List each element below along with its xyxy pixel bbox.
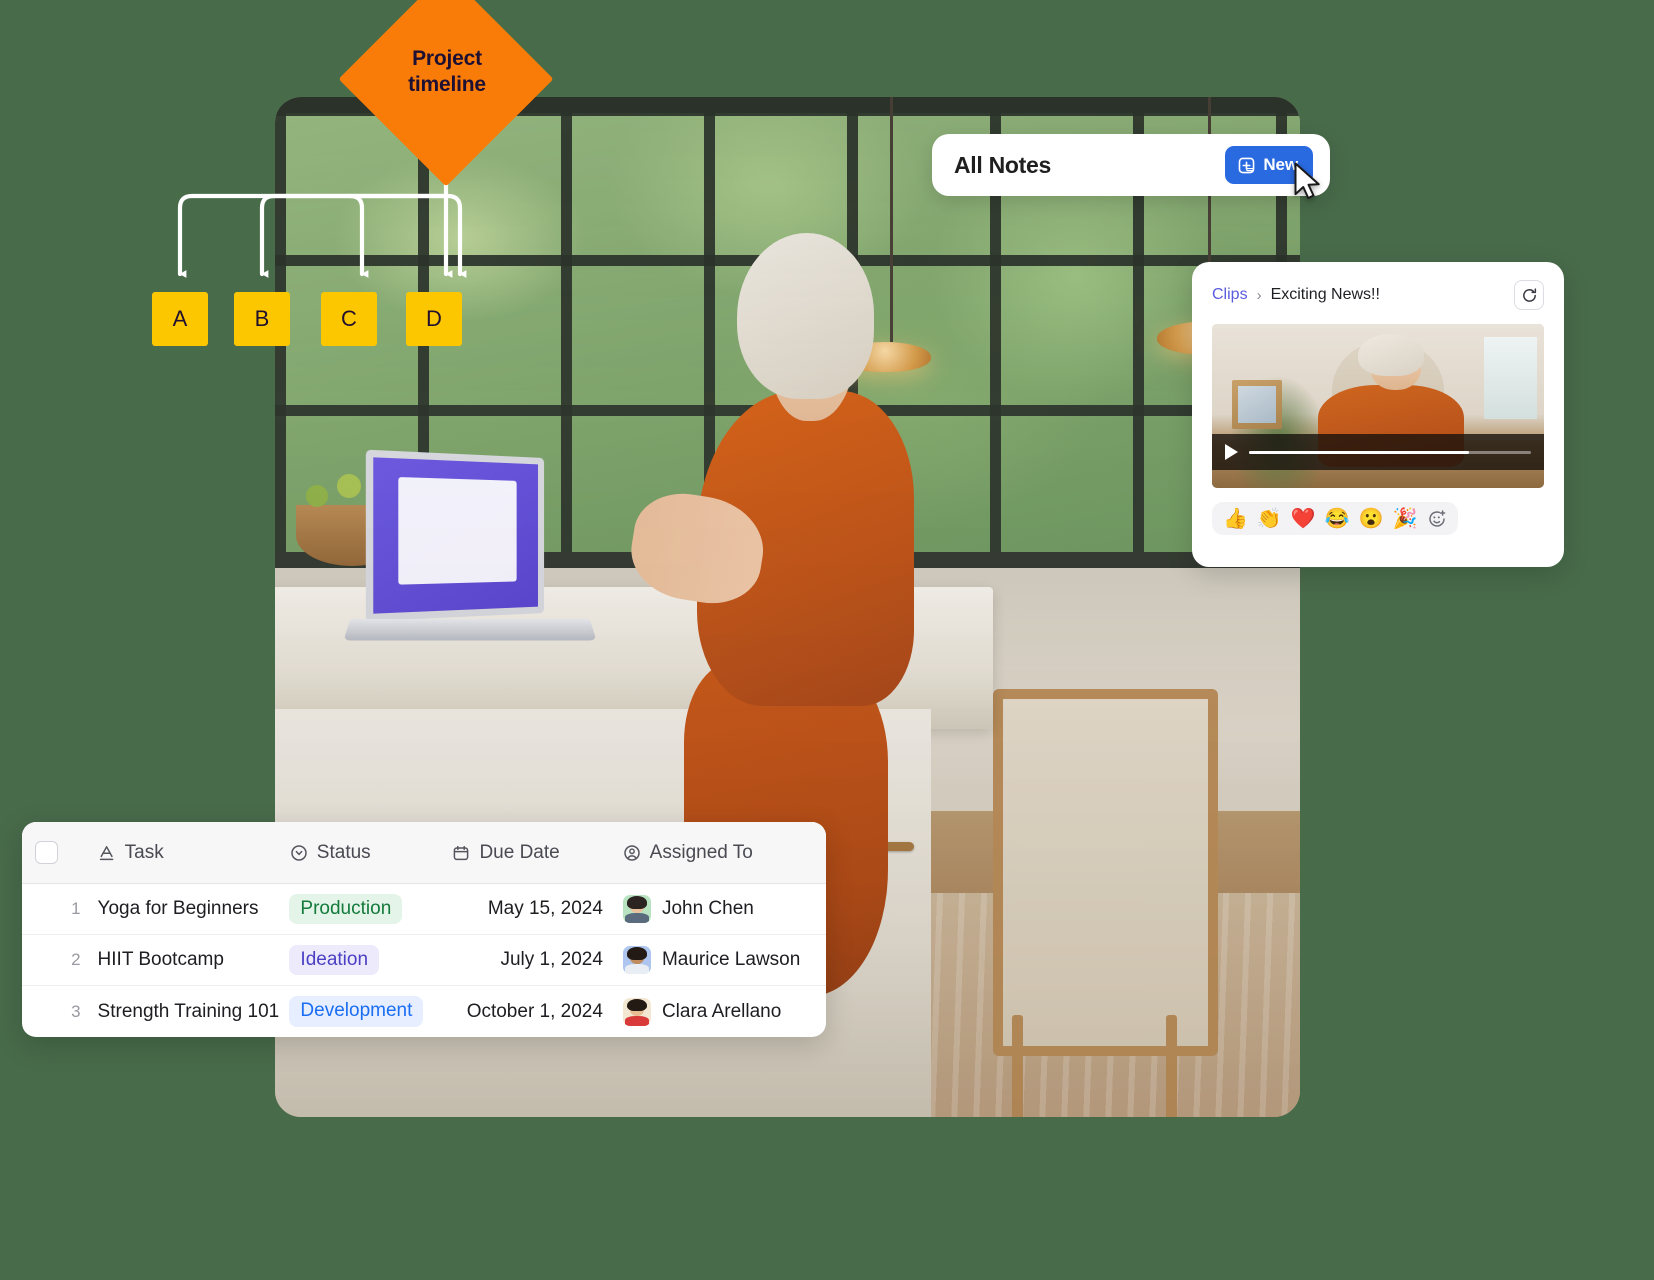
- avatar-hair: [627, 999, 647, 1012]
- diagram-node-b-label: B: [255, 306, 270, 332]
- avatar-shoulders: [625, 964, 649, 974]
- row-task-name: Yoga for Beginners: [98, 898, 287, 920]
- clip-video-person-hair: [1358, 334, 1424, 377]
- diagram-root-label-line2: timeline: [408, 73, 486, 96]
- party-popper-emoji[interactable]: 🎉: [1393, 509, 1418, 529]
- tasks-table-card: Task Status Due Date Assigned To 1 Yoga …: [22, 822, 826, 1037]
- clip-video-wall-art: [1232, 380, 1282, 429]
- tasks-table-header-row: Task Status Due Date Assigned To: [22, 822, 826, 884]
- row-status-cell[interactable]: Production: [286, 894, 451, 925]
- text-field-icon: [98, 844, 116, 862]
- single-select-icon: [290, 844, 308, 862]
- status-badge: Ideation: [289, 945, 379, 976]
- table-row[interactable]: 2 HIIT Bootcamp Ideation July 1, 2024 Ma…: [22, 935, 826, 986]
- clap-emoji[interactable]: 👏: [1257, 509, 1282, 529]
- refresh-icon: [1521, 287, 1538, 304]
- row-assignee-name: John Chen: [662, 898, 754, 920]
- clip-video-player[interactable]: [1212, 324, 1544, 488]
- avatar-shoulders: [625, 1016, 649, 1026]
- refresh-button[interactable]: [1514, 280, 1544, 310]
- column-header-status[interactable]: Status: [287, 842, 453, 864]
- thumbs-up-emoji[interactable]: 👍: [1223, 509, 1248, 529]
- column-header-due-date-label: Due Date: [479, 842, 559, 864]
- diagram-root-label: Project timeline: [374, 46, 520, 97]
- row-due-date: July 1, 2024: [452, 949, 623, 971]
- clips-breadcrumb: Clips › Exciting News!!: [1212, 280, 1544, 310]
- row-assignee-name: Maurice Lawson: [662, 949, 800, 971]
- avatar: [623, 895, 651, 923]
- column-header-assigned-to-label: Assigned To: [650, 842, 753, 864]
- row-number: 2: [71, 950, 97, 970]
- status-badge: Production: [289, 894, 402, 925]
- breadcrumb-separator-icon: ›: [1257, 287, 1262, 304]
- clip-video-controls[interactable]: [1212, 434, 1544, 470]
- diagram-root-label-line1: Project: [412, 47, 482, 70]
- note-add-icon: [1237, 156, 1256, 175]
- add-reaction-icon[interactable]: [1426, 508, 1447, 529]
- breadcrumb-current-title: Exciting News!!: [1271, 286, 1380, 304]
- column-header-status-label: Status: [317, 842, 371, 864]
- clips-card: Clips › Exciting News!! 👍 👏 ❤️ 😂 😮 🎉: [1192, 262, 1564, 567]
- play-icon[interactable]: [1225, 444, 1238, 460]
- mouse-pointer-icon: [1293, 162, 1323, 200]
- avatar-hair: [627, 947, 647, 960]
- diagram-node-a[interactable]: A: [152, 292, 208, 346]
- checkbox-icon[interactable]: [35, 841, 58, 864]
- all-notes-title: All Notes: [954, 152, 1225, 179]
- user-circle-icon: [623, 844, 641, 862]
- reaction-bar: 👍 👏 ❤️ 😂 😮 🎉: [1212, 502, 1458, 535]
- all-notes-card: All Notes New: [932, 134, 1330, 196]
- table-row[interactable]: 3 Strength Training 101 Development Octo…: [22, 986, 826, 1037]
- clip-video-wall-art-inner: [1238, 386, 1276, 423]
- red-heart-emoji[interactable]: ❤️: [1291, 509, 1316, 529]
- row-status-cell[interactable]: Development: [286, 996, 451, 1027]
- column-header-task[interactable]: Task: [98, 842, 287, 864]
- row-number: 3: [71, 1002, 97, 1022]
- avatar: [623, 998, 651, 1026]
- row-status-cell[interactable]: Ideation: [286, 945, 451, 976]
- row-due-date: October 1, 2024: [452, 1001, 623, 1023]
- row-assignee-cell[interactable]: Clara Arellano: [623, 998, 826, 1026]
- video-scrubber[interactable]: [1249, 451, 1531, 454]
- row-assignee-cell[interactable]: Maurice Lawson: [623, 946, 826, 974]
- row-assignee-cell[interactable]: John Chen: [623, 895, 826, 923]
- select-all-cell[interactable]: [22, 841, 71, 864]
- row-number: 1: [71, 899, 97, 919]
- row-assignee-name: Clara Arellano: [662, 1001, 781, 1023]
- row-task-name: HIIT Bootcamp: [98, 949, 287, 971]
- page-root: Project timeline A B C D All Notes New C…: [0, 0, 1654, 1280]
- joy-emoji[interactable]: 😂: [1325, 509, 1350, 529]
- avatar: [623, 946, 651, 974]
- column-header-due-date[interactable]: Due Date: [452, 842, 622, 864]
- table-row[interactable]: 1 Yoga for Beginners Production May 15, …: [22, 884, 826, 935]
- row-task-name: Strength Training 101: [98, 1001, 287, 1023]
- avatar-hair: [627, 896, 647, 909]
- column-header-assigned-to[interactable]: Assigned To: [623, 842, 826, 864]
- open-mouth-emoji[interactable]: 😮: [1359, 509, 1384, 529]
- diagram-node-a-label: A: [173, 306, 188, 332]
- status-badge: Development: [289, 996, 423, 1027]
- breadcrumb-clips-link[interactable]: Clips: [1212, 286, 1248, 304]
- calendar-icon: [452, 844, 470, 862]
- clip-video-window: [1484, 337, 1537, 419]
- row-due-date: May 15, 2024: [452, 898, 623, 920]
- column-header-task-label: Task: [125, 842, 164, 864]
- avatar-shoulders: [625, 913, 649, 923]
